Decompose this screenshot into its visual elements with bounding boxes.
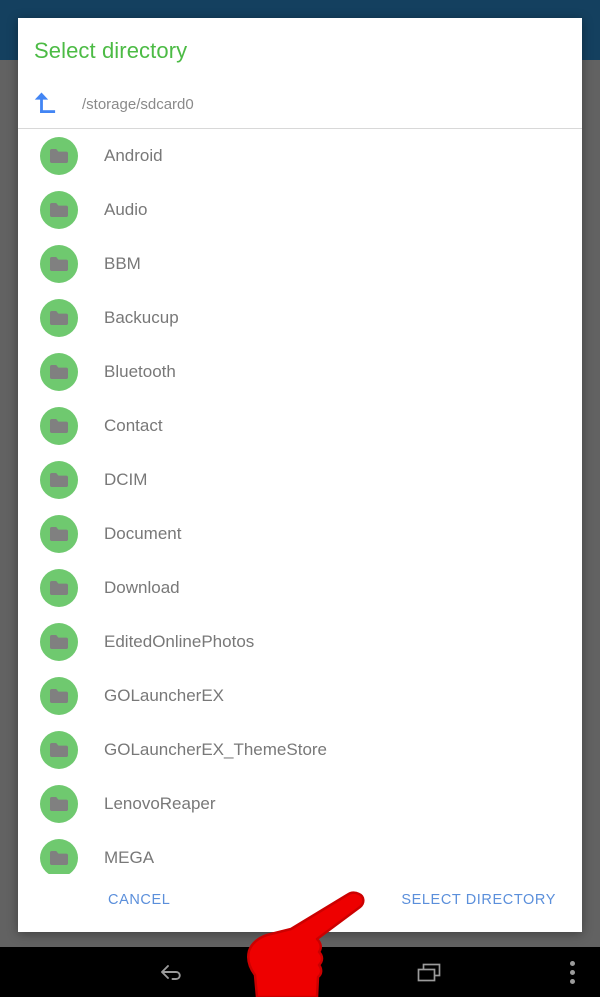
list-item[interactable]: MEGA <box>18 831 582 874</box>
select-directory-dialog: Select directory /storage/sdcard0 Androi… <box>18 18 582 932</box>
folder-icon <box>40 461 78 499</box>
list-item[interactable]: Android <box>18 129 582 183</box>
list-item-label: Download <box>104 578 180 597</box>
folder-icon <box>40 407 78 445</box>
overflow-menu-icon <box>569 978 575 984</box>
overflow-menu-icon <box>569 969 575 975</box>
list-item[interactable]: LenovoReaper <box>18 777 582 831</box>
list-item-label: DCIM <box>104 470 148 489</box>
list-item[interactable]: Download <box>18 561 582 615</box>
folder-icon <box>40 245 78 283</box>
folder-icon <box>40 569 78 607</box>
list-item[interactable]: Backucup <box>18 291 582 345</box>
folder-icon <box>40 515 78 553</box>
list-item-label: Android <box>104 146 163 165</box>
list-item[interactable]: BBM <box>18 237 582 291</box>
folder-icon <box>40 731 78 769</box>
list-item[interactable]: GOLauncherEX_ThemeStore <box>18 723 582 777</box>
nav-overflow-button[interactable] <box>552 947 592 997</box>
list-item[interactable]: Document <box>18 507 582 561</box>
list-item-label: Contact <box>104 416 163 435</box>
current-path-row[interactable]: /storage/sdcard0 <box>18 80 582 128</box>
list-item[interactable]: DCIM <box>18 453 582 507</box>
list-item[interactable]: EditedOnlinePhotos <box>18 615 582 669</box>
android-navigation-bar <box>0 947 600 997</box>
list-item-label: LenovoReaper <box>104 794 216 813</box>
list-item[interactable]: Audio <box>18 183 582 237</box>
nav-home-button[interactable] <box>270 947 330 997</box>
list-item-label: Document <box>104 524 182 543</box>
overflow-menu-icon <box>569 960 575 966</box>
home-icon <box>290 962 310 982</box>
list-item-label: GOLauncherEX_ThemeStore <box>104 740 328 759</box>
dialog-title: Select directory <box>34 38 188 63</box>
list-item[interactable]: Bluetooth <box>18 345 582 399</box>
folder-icon <box>40 137 78 175</box>
list-item-label: Bluetooth <box>104 362 176 381</box>
folder-icon <box>40 785 78 823</box>
back-icon <box>161 965 181 980</box>
folder-icon <box>40 839 78 874</box>
list-item-label: EditedOnlinePhotos <box>104 632 255 651</box>
list-item-label: Backucup <box>104 308 179 327</box>
recents-icon <box>417 963 441 982</box>
select-directory-button[interactable]: SELECT DIRECTORY <box>393 886 564 914</box>
folder-icon <box>40 299 78 337</box>
list-item-label: GOLauncherEX <box>104 686 225 705</box>
list-item-label: Audio <box>104 200 148 219</box>
directory-list[interactable]: Android Audio BBM Backucup Bluetooth Contact D… <box>18 129 582 874</box>
dialog-action-bar: CANCEL SELECT DIRECTORY <box>18 874 582 932</box>
folder-icon <box>40 677 78 715</box>
current-path-label: /storage/sdcard0 <box>82 95 194 113</box>
folder-icon <box>40 623 78 661</box>
arrow-up-icon[interactable] <box>34 90 62 118</box>
folder-icon <box>40 353 78 391</box>
folder-icon <box>40 191 78 229</box>
nav-back-button[interactable] <box>142 947 202 997</box>
nav-recents-button[interactable] <box>400 947 460 997</box>
list-item[interactable]: GOLauncherEX <box>18 669 582 723</box>
list-item-label: BBM <box>104 254 141 273</box>
cancel-button[interactable]: CANCEL <box>100 886 178 914</box>
list-item[interactable]: Contact <box>18 399 582 453</box>
list-item-label: MEGA <box>104 848 155 867</box>
